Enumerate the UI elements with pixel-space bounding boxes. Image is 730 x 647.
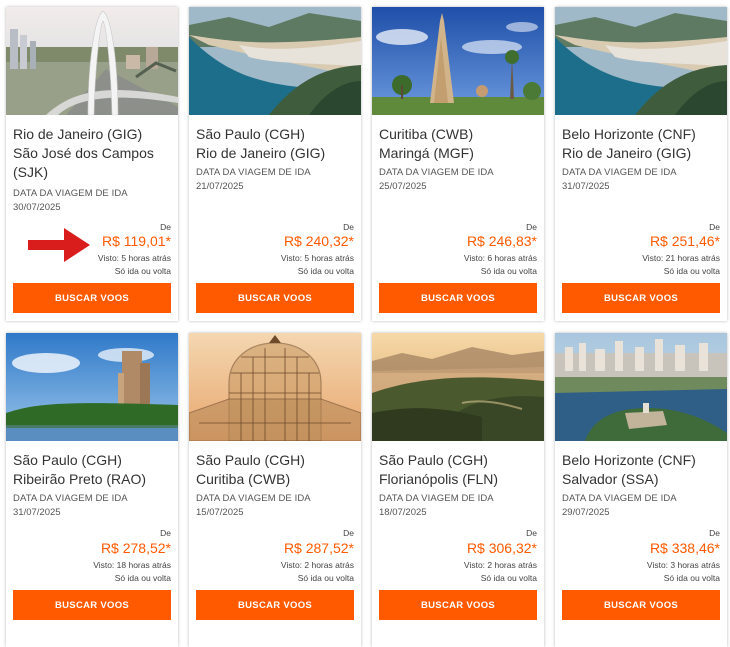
search-flights-button[interactable]: BUSCAR VOOS <box>562 283 720 313</box>
route: Rio de Janeiro (GIG) São José dos Campos… <box>13 125 175 182</box>
deal-card[interactable]: Belo Horizonte (CNF) Salvador (SSA) DATA… <box>555 333 727 647</box>
trip-type-note: Só ida ou volta <box>114 266 171 276</box>
date-label: DATA DA VIAGEM DE IDA <box>379 493 494 504</box>
deal-card[interactable]: São Paulo (CGH) Curitiba (CWB) DATA DA V… <box>189 333 361 647</box>
trip-type-note: Só ida ou volta <box>663 266 720 276</box>
search-flights-button[interactable]: BUSCAR VOOS <box>13 283 171 313</box>
search-flights-button[interactable]: BUSCAR VOOS <box>379 590 537 620</box>
trip-type-note: Só ida ou volta <box>297 266 354 276</box>
destination-city: São José dos Campos (SJK) <box>13 145 154 180</box>
trip-type-note: Só ida ou volta <box>114 573 171 583</box>
departure-date: 25/07/2025 <box>379 181 427 192</box>
price-prefix: De <box>343 222 354 232</box>
deal-card[interactable]: São Paulo (CGH) Rio de Janeiro (GIG) DAT… <box>189 7 361 321</box>
price: R$ 119,01* <box>101 233 171 249</box>
price: R$ 251,46* <box>649 233 720 249</box>
route: Belo Horizonte (CNF) Rio de Janeiro (GIG… <box>562 125 724 163</box>
seen-time: Visto: 5 horas atrás <box>280 253 354 263</box>
deal-card[interactable]: São Paulo (CGH) Florianópolis (FLN) DATA… <box>372 333 544 647</box>
origin-city: São Paulo (CGH) <box>196 126 305 142</box>
destination-city: Maringá (MGF) <box>379 145 474 161</box>
date-label: DATA DA VIAGEM DE IDA <box>562 167 677 178</box>
search-flights-button[interactable]: BUSCAR VOOS <box>13 590 171 620</box>
sjk-arch-photo <box>6 7 178 115</box>
salvador-coast-photo <box>555 333 727 441</box>
ribeirao-lake-photo <box>6 333 178 441</box>
search-flights-button[interactable]: BUSCAR VOOS <box>379 283 537 313</box>
destination-city: Ribeirão Preto (RAO) <box>13 471 147 487</box>
deal-card[interactable]: Rio de Janeiro (GIG) São José dos Campos… <box>6 7 178 321</box>
search-flights-button[interactable]: BUSCAR VOOS <box>562 590 720 620</box>
curitiba-greenhouse-photo <box>189 333 361 441</box>
date-label: DATA DA VIAGEM DE IDA <box>379 167 494 178</box>
trip-type-note: Só ida ou volta <box>663 573 720 583</box>
destination-city: Rio de Janeiro (GIG) <box>562 145 692 161</box>
rio-beach-photo <box>189 7 361 115</box>
price: R$ 287,52* <box>283 540 354 556</box>
trip-type-note: Só ida ou volta <box>480 266 537 276</box>
date-label: DATA DA VIAGEM DE IDA <box>196 167 311 178</box>
destination-city: Curitiba (CWB) <box>196 471 291 487</box>
floripa-sunset-photo <box>372 333 544 441</box>
origin-city: Curitiba (CWB) <box>379 126 474 142</box>
origin-city: São Paulo (CGH) <box>379 452 488 468</box>
origin-city: São Paulo (CGH) <box>196 452 305 468</box>
maringa-cathedral-photo <box>372 7 544 115</box>
search-flights-button[interactable]: BUSCAR VOOS <box>196 283 354 313</box>
seen-time: Visto: 5 horas atrás <box>97 253 171 263</box>
departure-date: 31/07/2025 <box>13 507 61 518</box>
red-arrow-icon <box>28 228 90 262</box>
price-prefix: De <box>526 528 537 538</box>
route: São Paulo (CGH) Florianópolis (FLN) <box>379 451 541 489</box>
trip-type-note: Só ida ou volta <box>480 573 537 583</box>
destination-city: Rio de Janeiro (GIG) <box>196 145 326 161</box>
price-prefix: De <box>526 222 537 232</box>
price: R$ 306,32* <box>466 540 537 556</box>
origin-city: São Paulo (CGH) <box>13 452 122 468</box>
date-label: DATA DA VIAGEM DE IDA <box>196 493 311 504</box>
price: R$ 246,83* <box>466 233 537 249</box>
route: São Paulo (CGH) Ribeirão Preto (RAO) <box>13 451 175 489</box>
price-prefix: De <box>343 528 354 538</box>
deal-card[interactable]: Belo Horizonte (CNF) Rio de Janeiro (GIG… <box>555 7 727 321</box>
departure-date: 18/07/2025 <box>379 507 427 518</box>
route: Curitiba (CWB) Maringá (MGF) <box>379 125 541 163</box>
price: R$ 278,52* <box>100 540 171 556</box>
departure-date: 15/07/2025 <box>196 507 244 518</box>
seen-time: Visto: 2 horas atrás <box>280 560 354 570</box>
departure-date: 21/07/2025 <box>196 181 244 192</box>
price-prefix: De <box>709 528 720 538</box>
seen-time: Visto: 3 horas atrás <box>646 560 720 570</box>
origin-city: Belo Horizonte (CNF) <box>562 126 696 142</box>
destination-city: Salvador (SSA) <box>562 471 659 487</box>
departure-date: 29/07/2025 <box>562 507 610 518</box>
departure-date: 31/07/2025 <box>562 181 610 192</box>
departure-date: 30/07/2025 <box>13 202 61 213</box>
date-label: DATA DA VIAGEM DE IDA <box>13 493 128 504</box>
search-flights-button[interactable]: BUSCAR VOOS <box>196 590 354 620</box>
price: R$ 338,46* <box>649 540 720 556</box>
seen-time: Visto: 21 horas atrás <box>642 253 720 263</box>
route: São Paulo (CGH) Curitiba (CWB) <box>196 451 358 489</box>
seen-time: Visto: 2 horas atrás <box>463 560 537 570</box>
deal-card[interactable]: São Paulo (CGH) Ribeirão Preto (RAO) DAT… <box>6 333 178 647</box>
route: São Paulo (CGH) Rio de Janeiro (GIG) <box>196 125 358 163</box>
date-label: DATA DA VIAGEM DE IDA <box>562 493 677 504</box>
flight-deals-grid: Rio de Janeiro (GIG) São José dos Campos… <box>0 0 730 647</box>
price-prefix: De <box>709 222 720 232</box>
origin-city: Belo Horizonte (CNF) <box>562 452 696 468</box>
seen-time: Visto: 18 horas atrás <box>93 560 171 570</box>
price-prefix: De <box>160 222 171 232</box>
deal-card[interactable]: Curitiba (CWB) Maringá (MGF) DATA DA VIA… <box>372 7 544 321</box>
rio-beach-photo <box>555 7 727 115</box>
price-prefix: De <box>160 528 171 538</box>
seen-time: Visto: 6 horas atrás <box>463 253 537 263</box>
destination-city: Florianópolis (FLN) <box>379 471 499 487</box>
price: R$ 240,32* <box>283 233 354 249</box>
origin-city: Rio de Janeiro (GIG) <box>13 126 143 142</box>
trip-type-note: Só ida ou volta <box>297 573 354 583</box>
route: Belo Horizonte (CNF) Salvador (SSA) <box>562 451 724 489</box>
date-label: DATA DA VIAGEM DE IDA <box>13 188 128 199</box>
